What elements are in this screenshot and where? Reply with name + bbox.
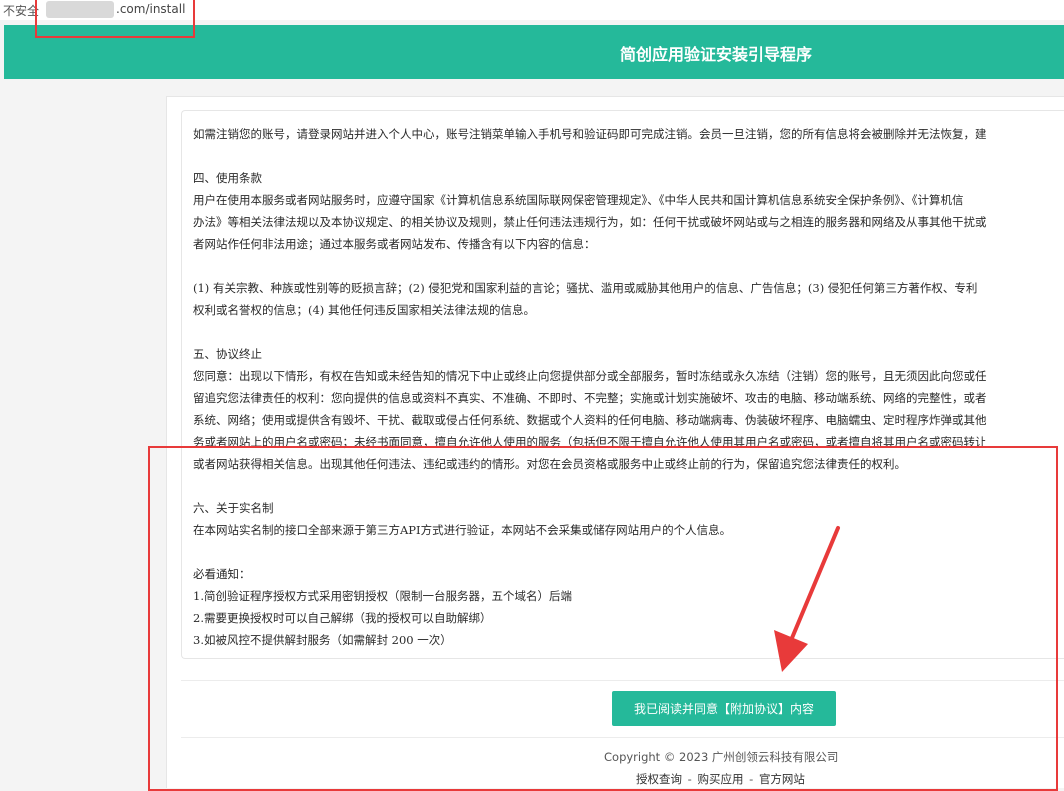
terms-line: [193, 145, 1064, 167]
annotation-box-url: [35, 0, 195, 38]
terms-line: 系统、网络；使用或提供含有毁坏、干扰、截取或侵占任何系统、数据或个人资料的任何电…: [193, 413, 987, 427]
terms-line: [193, 255, 1064, 277]
terms-line: 者网站作任何非法用途；通过本服务或者网站发布、传播含有以下内容的信息：: [193, 237, 596, 251]
page-title: 简创应用验证安装引导程序: [620, 45, 813, 64]
terms-line: 您同意：出现以下情形，有权在告知或未经告知的情况下中止或终止向您提供部分或全部服…: [193, 369, 987, 383]
terms-line: 用户在使用本服务或者网站服务时，应遵守国家《计算机信息系统国际联网保密管理规定》…: [193, 193, 964, 207]
annotation-box-content: [148, 446, 1058, 791]
terms-line: [193, 321, 1064, 343]
terms-heading: 四、使用条款: [193, 171, 262, 185]
terms-line: (1) 有关宗教、种族或性别等的贬损言辞；(2) 侵犯党和国家利益的言论；骚扰、…: [193, 281, 978, 295]
terms-line: 如需注销您的账号，请登录网站并进入个人中心，账号注销菜单输入手机号和验证码即可完…: [193, 127, 987, 141]
terms-line: 留追究您法律责任的权利：您向提供的信息或资料不真实、不准确、不即时、不完整；实施…: [193, 391, 987, 405]
annotation-arrow-icon: [774, 526, 840, 672]
terms-heading: 五、协议终止: [193, 347, 262, 361]
terms-line: 办法》等相关法律法规以及本协议规定、的相关协议及规则，禁止任何违法违规行为，如：…: [193, 215, 987, 229]
terms-line: 权利或名誉权的信息；(4) 其他任何违反国家相关法律法规的信息。: [193, 303, 535, 317]
insecure-label[interactable]: 不安全: [3, 2, 39, 19]
